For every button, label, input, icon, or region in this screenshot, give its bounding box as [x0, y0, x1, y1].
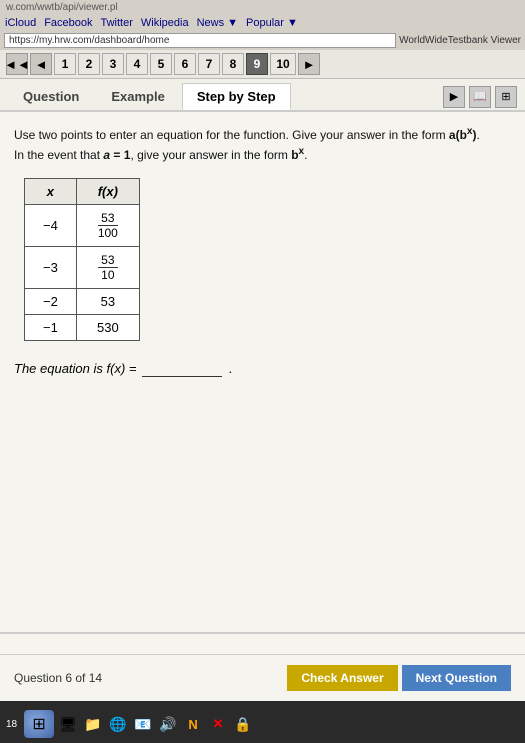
nav-link-twitter[interactable]: Twitter [101, 17, 133, 29]
taskbar-icon-x[interactable]: ✕ [207, 713, 229, 735]
next-question-button[interactable]: Next Question [402, 665, 511, 691]
table-row: −4 53 100 [25, 205, 140, 247]
taskbar-start-orb[interactable]: ⊞ [24, 710, 54, 738]
nav-link-facebook[interactable]: Facebook [44, 17, 92, 29]
page-btn-10[interactable]: 10 [270, 53, 296, 75]
nav-link-news[interactable]: News ▼ [197, 17, 238, 29]
bottom-bar: Question 6 of 14 Check Answer Next Quest… [0, 654, 525, 701]
book-icon-btn[interactable]: 📖 [469, 86, 491, 108]
fraction-2: 53 10 [98, 253, 117, 283]
page-btn-6[interactable]: 6 [174, 53, 196, 75]
page-btn-5[interactable]: 5 [150, 53, 172, 75]
taskbar-icon-3[interactable]: 🌐 [107, 713, 129, 735]
check-answer-button[interactable]: Check Answer [287, 665, 397, 691]
taskbar-icon-1[interactable]: 🖥 [57, 713, 79, 735]
tab-icons: ▶ 📖 ⊞ [443, 86, 517, 108]
taskbar-icon-globe[interactable]: 🔊 [157, 713, 179, 735]
taskbar-time: 18 [6, 719, 17, 730]
table-cell-fx-4: 530 [76, 314, 139, 340]
taskbar-icon-n[interactable]: N [182, 713, 204, 735]
table-row: −3 53 10 [25, 246, 140, 288]
equation-row: The equation is f(x) = . [14, 361, 511, 377]
table-cell-fx-3: 53 [76, 288, 139, 314]
tab-example[interactable]: Example [96, 83, 179, 110]
grid-icon-btn[interactable]: ⊞ [495, 86, 517, 108]
table-row: −2 53 [25, 288, 140, 314]
table-cell-fx-1: 53 100 [76, 205, 139, 247]
nav-arrow-double-left[interactable]: ◄◄ [6, 53, 28, 75]
question-count: Question 6 of 14 [14, 671, 102, 685]
table-row: −1 530 [25, 314, 140, 340]
fraction-1: 53 100 [95, 211, 121, 241]
taskbar-icon-2[interactable]: 📁 [82, 713, 104, 735]
tab-question[interactable]: Question [8, 83, 94, 110]
equation-answer-input[interactable] [142, 361, 222, 377]
hrw-address-row: WorldWideTestbank Viewer [0, 31, 525, 50]
nav-link-popular[interactable]: Popular ▼ [246, 17, 298, 29]
page-nav-bar: ◄◄ ◄ 1 2 3 4 5 6 7 8 9 10 ► [0, 50, 525, 79]
page-btn-4[interactable]: 4 [126, 53, 148, 75]
table-cell-x-1: −4 [25, 205, 77, 247]
main-content-area: Use two points to enter an equation for … [0, 112, 525, 632]
nav-arrow-left[interactable]: ◄ [30, 53, 52, 75]
nav-link-wikipedia[interactable]: Wikipedia [141, 17, 189, 29]
table-cell-fx-2: 53 10 [76, 246, 139, 288]
table-header-fx: f(x) [76, 179, 139, 205]
taskbar-icon-5[interactable]: 🔒 [232, 713, 254, 735]
page-btn-3[interactable]: 3 [102, 53, 124, 75]
table-cell-x-4: −1 [25, 314, 77, 340]
nav-arrow-right[interactable]: ► [298, 53, 320, 75]
hrw-address-input[interactable] [4, 33, 396, 48]
table-cell-x-3: −2 [25, 288, 77, 314]
data-table: x f(x) −4 53 100 −3 [24, 178, 140, 341]
play-icon-btn[interactable]: ▶ [443, 86, 465, 108]
content-tabs: Question Example Step by Step ▶ 📖 ⊞ [0, 79, 525, 112]
instructions-text: Use two points to enter an equation for … [14, 124, 511, 164]
page-btn-8[interactable]: 8 [222, 53, 244, 75]
taskbar-icon-4[interactable]: 📧 [132, 713, 154, 735]
table-header-x: x [25, 179, 77, 205]
page-btn-7[interactable]: 7 [198, 53, 220, 75]
equation-period: . [228, 361, 232, 376]
browser-nav-row: iCloud Facebook Twitter Wikipedia News ▼… [0, 15, 525, 31]
page-btn-1[interactable]: 1 [54, 53, 76, 75]
nav-link-icloud[interactable]: iCloud [5, 17, 36, 29]
page-content: Use two points to enter an equation for … [0, 112, 525, 701]
equation-label: The equation is f(x) = [14, 361, 136, 376]
top-url-bar: w.com/wwtb/api/viewer.pl [0, 0, 525, 15]
table-cell-x-2: −3 [25, 246, 77, 288]
taskbar: 18 ⊞ 🖥 📁 🌐 📧 🔊 N ✕ 🔒 [0, 705, 525, 743]
worldwidetestbank-label: WorldWideTestbank Viewer [399, 35, 521, 46]
page-btn-2[interactable]: 2 [78, 53, 100, 75]
tab-step-by-step[interactable]: Step by Step [182, 83, 291, 110]
page-btn-9[interactable]: 9 [246, 53, 268, 75]
action-buttons: Check Answer Next Question [287, 665, 511, 691]
separator [0, 632, 525, 634]
